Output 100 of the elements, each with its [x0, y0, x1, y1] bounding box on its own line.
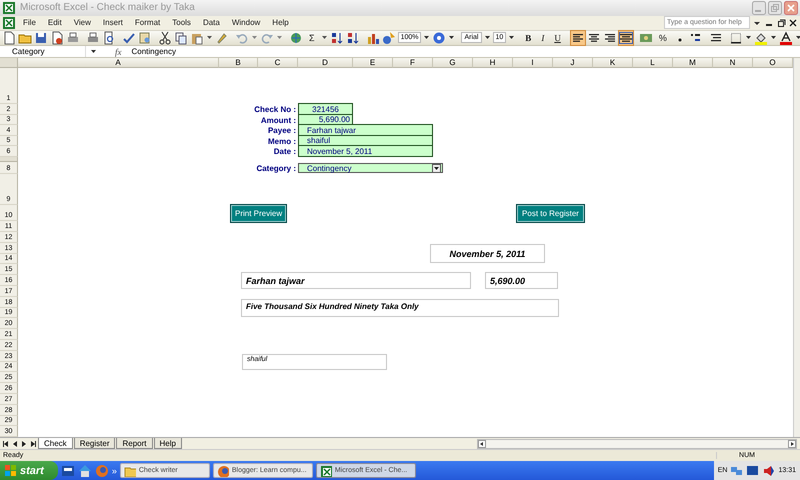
drawing-icon[interactable]	[382, 30, 396, 45]
column-header[interactable]: M	[673, 58, 713, 68]
sort-descending-icon[interactable]	[346, 30, 360, 45]
column-header[interactable]: G	[433, 58, 473, 68]
amount-in-words: Five Thousand Six Hundred Ninety Taka Only	[241, 298, 559, 317]
printer-icon[interactable]	[86, 30, 100, 45]
column-header[interactable]: I	[513, 58, 553, 68]
field-label: Check No :	[254, 105, 297, 114]
help-icon[interactable]	[432, 30, 446, 45]
first-sheet-icon[interactable]	[2, 440, 10, 448]
dropdown-arrow-icon[interactable]	[432, 164, 441, 173]
new-document-icon[interactable]	[2, 30, 16, 45]
caret-icon[interactable]	[794, 34, 800, 42]
underline-button[interactable]: U	[550, 31, 565, 44]
field-value[interactable]: November 5, 2011	[298, 145, 433, 158]
restore-icon[interactable]	[776, 18, 786, 28]
column-header[interactable]: J	[553, 58, 593, 68]
column-header[interactable]: K	[593, 58, 633, 68]
next-sheet-icon[interactable]	[20, 440, 28, 448]
menu-item[interactable]: Insert	[98, 18, 128, 28]
column-header[interactable]: F	[393, 58, 433, 68]
column-header[interactable]: D	[298, 58, 353, 68]
column-header[interactable]: L	[633, 58, 673, 68]
excel-icon	[2, 0, 16, 15]
sheet-tab[interactable]: Register	[74, 438, 116, 450]
sheet-tab[interactable]: Report	[116, 438, 152, 450]
print-preview-icon[interactable]	[102, 30, 116, 45]
firefox-icon	[216, 464, 229, 476]
close-icon[interactable]	[788, 18, 798, 28]
speaker-icon[interactable]	[762, 464, 776, 477]
caret-icon[interactable]	[423, 34, 430, 42]
post-to-register-button[interactable]: Post to Register	[517, 204, 584, 222]
menu-item[interactable]: Help	[267, 18, 294, 28]
sort-ascending-icon[interactable]	[330, 30, 344, 45]
column-header[interactable]: A	[18, 58, 219, 68]
menu-item[interactable]: Tools	[167, 18, 196, 28]
research-icon[interactable]	[138, 30, 152, 45]
paintbrush-icon[interactable]	[215, 30, 229, 45]
caret-icon[interactable]	[484, 34, 490, 42]
category-dropdown[interactable]: Contingency	[298, 163, 443, 174]
fx-label: fx	[115, 46, 122, 57]
menu-item[interactable]: Window	[226, 18, 266, 28]
autosum-button[interactable]: Σ	[305, 31, 319, 44]
field-label: Category :	[256, 164, 297, 173]
caret-icon[interactable]	[320, 34, 328, 42]
fill-color-icon[interactable]	[754, 30, 768, 45]
sheet-tab[interactable]: Check	[38, 438, 73, 450]
excel-icon[interactable]	[2, 16, 16, 30]
caret-icon[interactable]	[206, 34, 213, 42]
previous-sheet-icon[interactable]	[11, 440, 19, 448]
horizontal-scrollbar[interactable]	[477, 438, 797, 449]
menu-item[interactable]: Data	[198, 18, 225, 28]
printer-icon[interactable]	[66, 30, 80, 45]
menu-item[interactable]: Edit	[42, 18, 67, 28]
menu-item[interactable]: Format	[130, 18, 166, 28]
caret-icon[interactable]	[90, 48, 97, 56]
column-header[interactable]: B	[219, 58, 258, 68]
globe-icon[interactable]	[289, 30, 303, 45]
start-button[interactable]: start	[0, 461, 58, 480]
scroll-right-icon[interactable]	[788, 440, 796, 448]
column-header[interactable]: N	[713, 58, 753, 68]
save-icon[interactable]	[34, 30, 48, 45]
window-title: Microsoft Excel - Check maiker by Taka	[20, 2, 196, 14]
merge-center-icon[interactable]	[618, 30, 633, 45]
italic-button[interactable]: I	[537, 31, 548, 44]
quick-launch-icon[interactable]	[78, 464, 92, 478]
field-value[interactable]: 321456	[298, 103, 353, 116]
field-value[interactable]: shaiful	[298, 135, 433, 146]
spelling-icon[interactable]	[122, 30, 136, 45]
vertical-scrollbar[interactable]	[793, 58, 800, 438]
windows-flag-icon	[4, 464, 17, 477]
column-header[interactable]: C	[258, 58, 298, 68]
field-label: Amount :	[260, 116, 297, 125]
check-date: November 5, 2011	[430, 244, 545, 264]
tray-icon[interactable]	[746, 464, 760, 477]
percent-button[interactable]: %	[654, 31, 671, 44]
copy-icon[interactable]	[174, 30, 188, 45]
more-icons-button[interactable]: »	[112, 466, 117, 476]
last-sheet-icon[interactable]	[29, 440, 37, 448]
align-left-icon[interactable]	[570, 30, 585, 45]
column-header[interactable]: O	[753, 58, 793, 68]
sheet-tab[interactable]: Help	[154, 438, 182, 450]
quick-launch-icon[interactable]	[60, 464, 75, 478]
field-value[interactable]: 5,690.00	[298, 114, 353, 126]
scissors-icon[interactable]	[158, 30, 172, 45]
print-preview-button[interactable]: Print Preview	[231, 204, 286, 222]
network-icon[interactable]	[730, 464, 744, 477]
bold-button[interactable]: B	[521, 31, 536, 44]
column-header[interactable]: E	[353, 58, 393, 68]
menu-item[interactable]: View	[68, 18, 96, 28]
permission-icon[interactable]	[50, 30, 64, 45]
scroll-left-icon[interactable]	[478, 440, 486, 448]
column-header[interactable]: H	[473, 58, 513, 68]
formula-field[interactable]: Contingency	[132, 47, 176, 56]
field-value[interactable]: Farhan tajwar	[298, 124, 433, 136]
caret-icon[interactable]	[508, 34, 516, 42]
borders-icon[interactable]	[728, 30, 743, 45]
caret-icon[interactable]	[448, 34, 456, 42]
menu-item[interactable]: File	[18, 18, 41, 28]
font-color-icon[interactable]	[778, 30, 793, 45]
